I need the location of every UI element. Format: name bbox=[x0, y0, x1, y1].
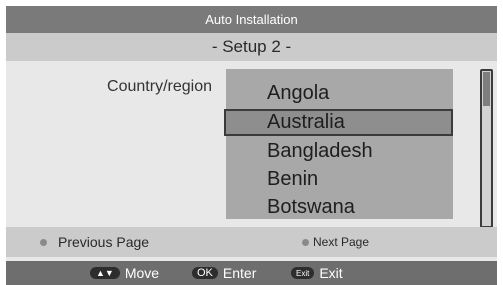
next-page-label: Next Page bbox=[313, 235, 370, 249]
country-option-label: Australia bbox=[267, 111, 345, 133]
setup-step-text: - Setup 2 - bbox=[211, 37, 292, 56]
key-hint-bar: ▲▼ Move OK Enter Exit Exit bbox=[6, 261, 497, 285]
country-option-botswana[interactable]: Botswana bbox=[226, 194, 453, 221]
auto-installation-dialog: Auto Installation - Setup 2 - Country/re… bbox=[6, 6, 497, 285]
country-option-angola[interactable]: Angola bbox=[226, 80, 453, 107]
country-option-label: Bangladesh bbox=[267, 140, 373, 162]
red-dot-icon bbox=[40, 238, 47, 246]
previous-page-button[interactable]: Previous Page bbox=[40, 227, 149, 257]
next-page-button[interactable]: Next Page bbox=[302, 227, 369, 257]
enter-hint-label: Enter bbox=[222, 265, 257, 281]
country-list[interactable]: Angola Australia Bangladesh Benin Botswa… bbox=[224, 69, 453, 221]
exit-hint-label: Exit bbox=[319, 265, 343, 281]
country-option-label: Angola bbox=[267, 82, 330, 104]
exit-hint: Exit Exit bbox=[291, 261, 343, 285]
country-option-bangladesh[interactable]: Bangladesh bbox=[226, 138, 453, 165]
ok-key-icon: OK bbox=[192, 267, 218, 279]
exit-key-icon: Exit bbox=[291, 267, 315, 279]
move-hint-label: Move bbox=[124, 265, 160, 281]
page-navigation-bar: Previous Page Next Page bbox=[6, 227, 497, 257]
scrollbar-thumb[interactable] bbox=[483, 72, 490, 106]
country-option-australia[interactable]: Australia bbox=[224, 109, 453, 136]
list-scrollbar[interactable] bbox=[480, 69, 493, 228]
enter-hint: OK Enter bbox=[192, 261, 256, 285]
dialog-title-text: Auto Installation bbox=[205, 12, 298, 27]
country-region-label: Country/region bbox=[107, 78, 212, 95]
country-option-benin[interactable]: Benin bbox=[226, 166, 453, 193]
dialog-title: Auto Installation bbox=[6, 6, 497, 33]
up-down-arrows-icon: ▲▼ bbox=[90, 267, 120, 279]
green-dot-icon bbox=[302, 238, 309, 246]
country-option-label: Botswana bbox=[267, 196, 355, 218]
move-hint: ▲▼ Move bbox=[90, 261, 159, 285]
country-option-label: Benin bbox=[267, 168, 319, 190]
setup-step-header: - Setup 2 - bbox=[6, 33, 497, 61]
previous-page-label: Previous Page bbox=[58, 234, 150, 250]
